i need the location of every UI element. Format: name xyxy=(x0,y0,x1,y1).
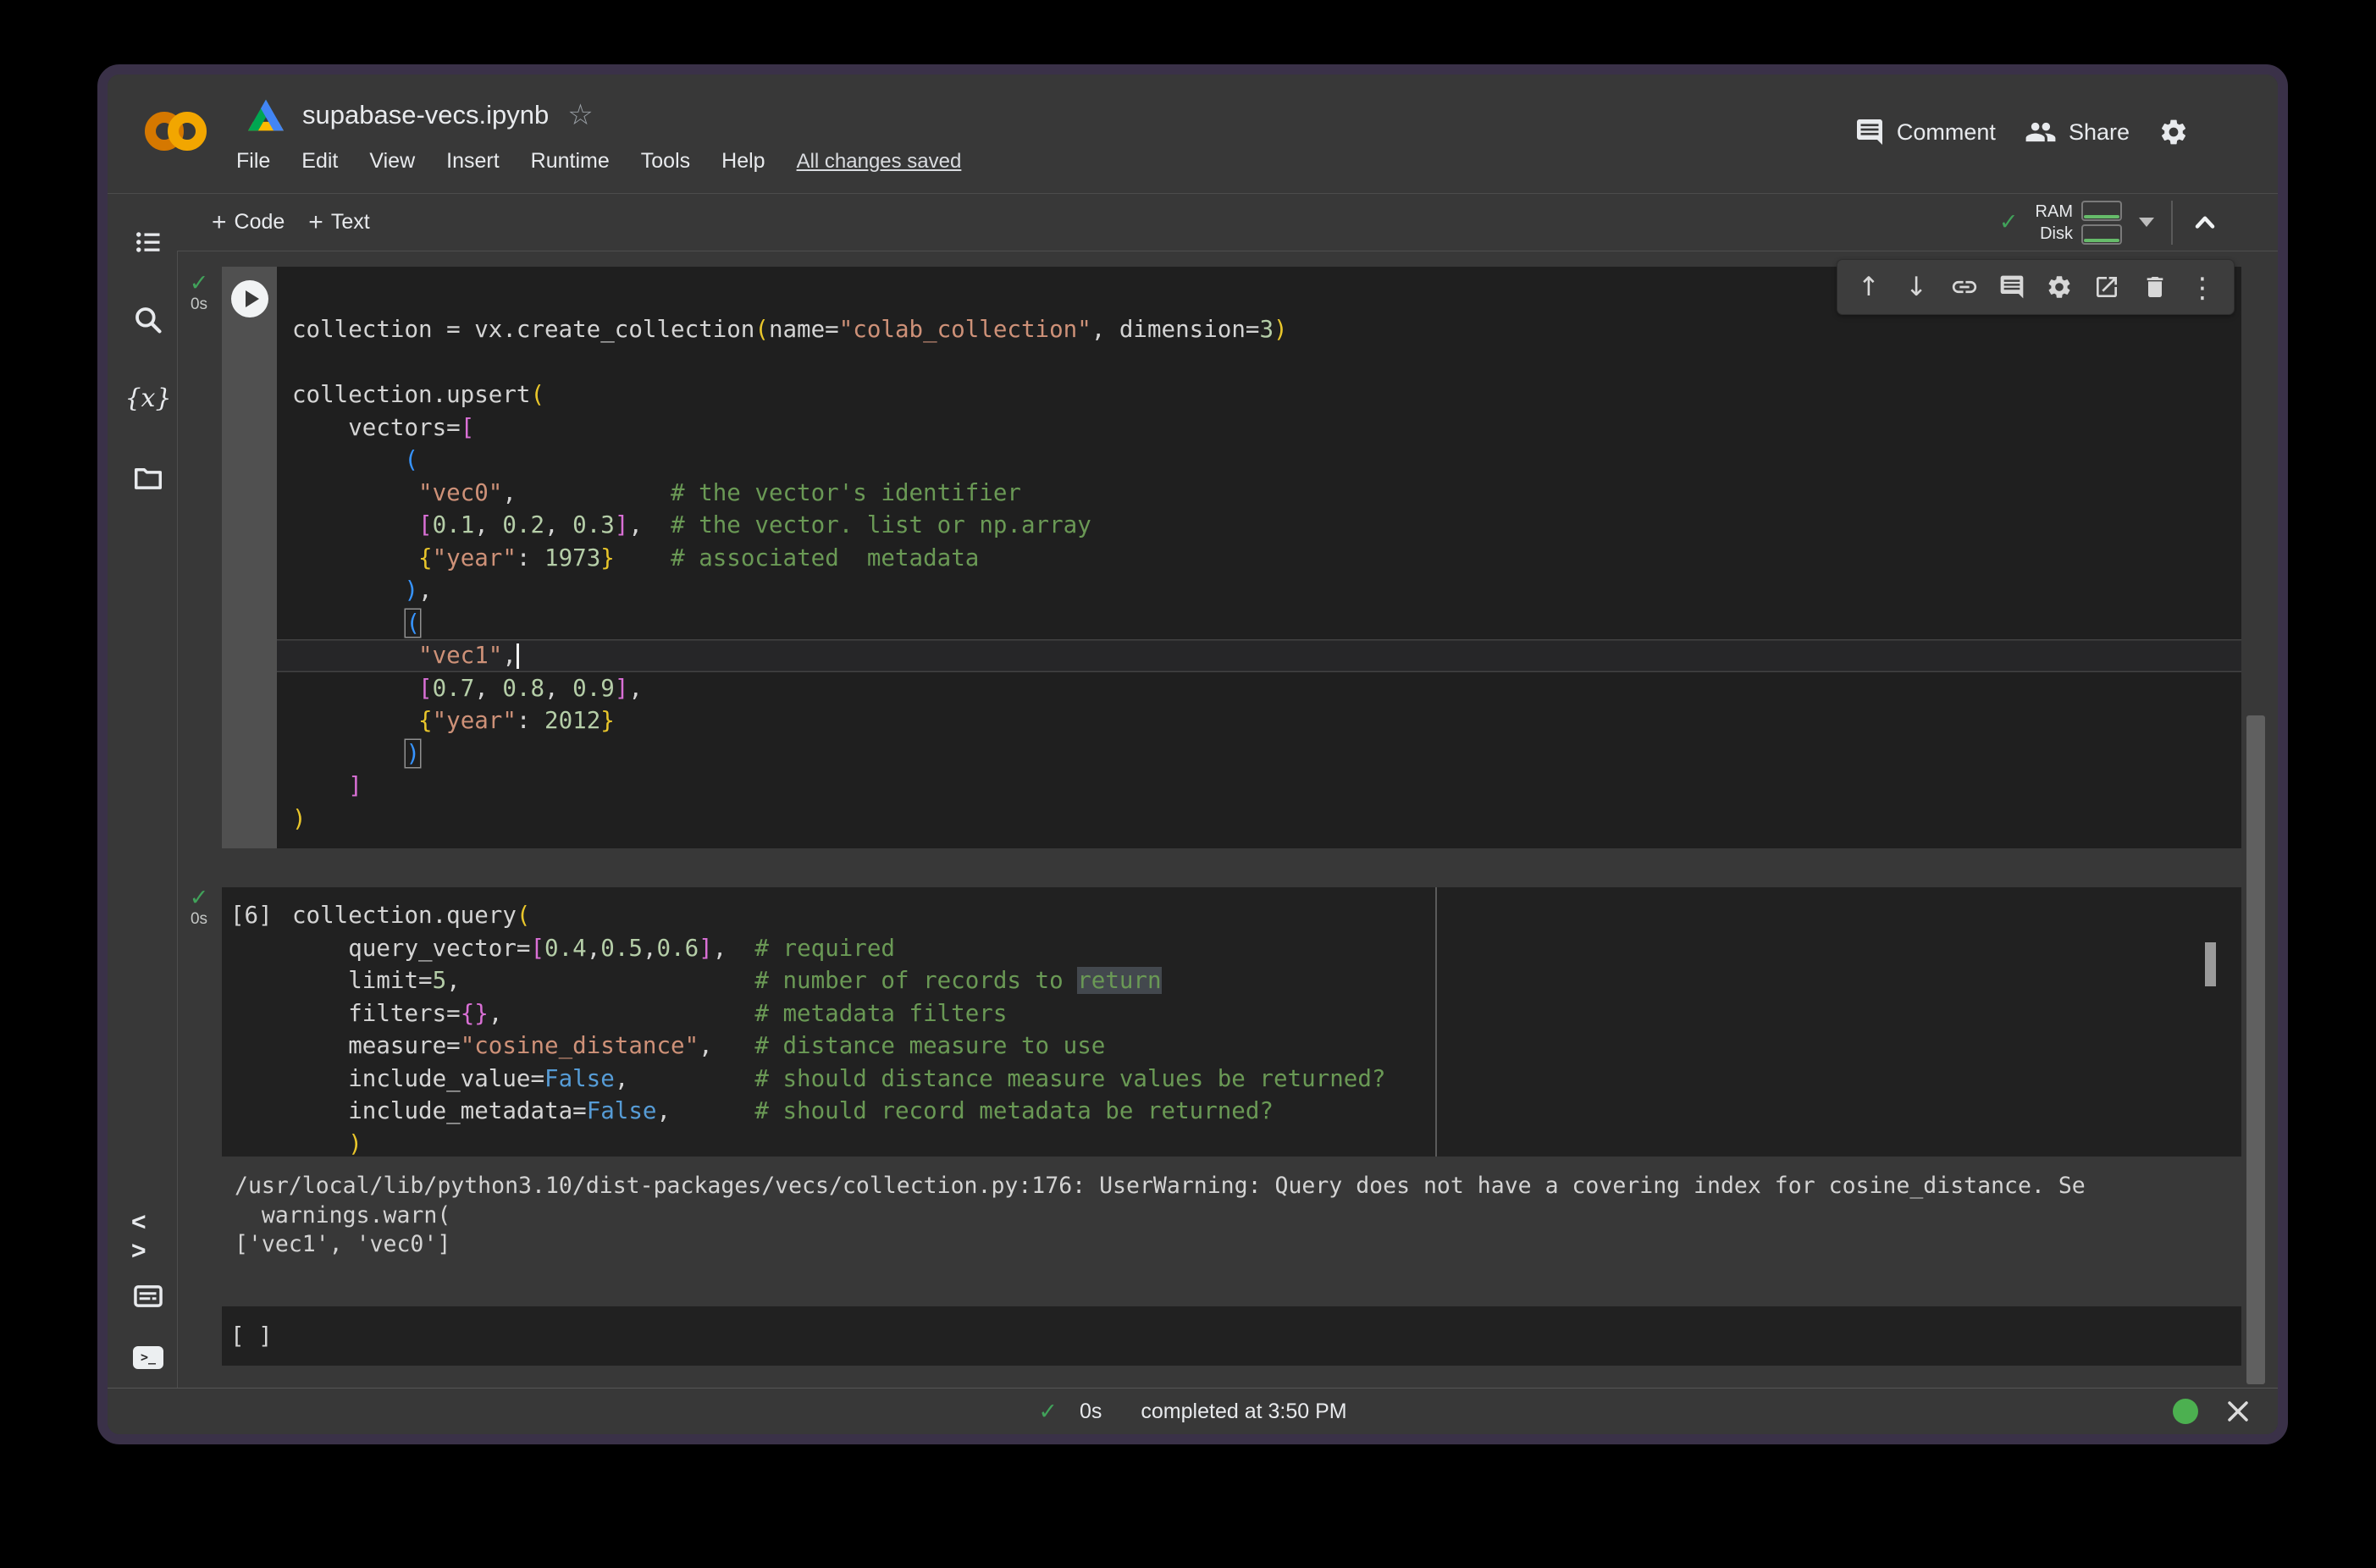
execution-status-bar: ✓ 0s completed at 3:50 PM xyxy=(108,1388,2278,1434)
cell-settings-gear-icon[interactable] xyxy=(2042,263,2077,311)
add-text-cell-button[interactable]: + Text xyxy=(308,210,369,235)
menu-tools[interactable]: Tools xyxy=(641,149,690,174)
cell-scrollbar-thumb[interactable] xyxy=(2205,942,2216,986)
menu-runtime[interactable]: Runtime xyxy=(531,149,610,174)
runtime-dropdown-icon[interactable] xyxy=(2139,218,2154,227)
toolbar-divider xyxy=(2171,201,2173,245)
header: supabase-vecs.ipynb ☆ File Edit View Ins… xyxy=(108,75,2278,194)
menubar: File Edit View Insert Runtime Tools Help… xyxy=(236,149,961,174)
disk-usage-bar xyxy=(2081,224,2122,245)
cell2-output: /usr/local/lib/python3.10/dist-packages/… xyxy=(235,1172,2227,1260)
output-warning-line: /usr/local/lib/python3.10/dist-packages/… xyxy=(235,1172,2227,1201)
cell2-execution-status: ✓ 0s xyxy=(182,886,216,930)
page-scrollbar-thumb[interactable] xyxy=(2246,715,2265,1384)
plus-icon: + xyxy=(212,212,227,233)
resources-gauge[interactable]: RAM Disk xyxy=(2036,201,2122,245)
menu-edit[interactable]: Edit xyxy=(301,149,338,174)
status-check-icon: ✓ xyxy=(1038,1399,1058,1425)
cell2-code-editor[interactable]: collection.query( query_vector=[0.4,0.5,… xyxy=(222,899,2241,1157)
comment-label: Comment xyxy=(1897,119,1996,146)
mirror-cell-in-tab-icon[interactable] xyxy=(2089,263,2125,311)
disk-label: Disk xyxy=(2040,224,2073,244)
close-status-bar-icon[interactable] xyxy=(2225,1399,2251,1424)
menu-view[interactable]: View xyxy=(369,149,415,174)
status-exec-time: 0s xyxy=(1080,1400,1102,1424)
output-result-line: ['vec1', 'vec0'] xyxy=(235,1230,2227,1260)
code-snippets-icon[interactable]: < > xyxy=(131,1220,165,1254)
star-icon[interactable]: ☆ xyxy=(567,101,593,130)
menu-help[interactable]: Help xyxy=(721,149,765,174)
terminal-icon[interactable]: >_ xyxy=(131,1340,165,1374)
cell-exec-time: 0s xyxy=(182,295,216,315)
comment-icon xyxy=(1854,117,1885,147)
add-code-label: Code xyxy=(235,210,285,235)
variables-icon[interactable]: {x} xyxy=(131,381,165,415)
search-icon[interactable] xyxy=(131,303,165,337)
colab-logo-ring-right xyxy=(168,112,207,151)
menu-insert[interactable]: Insert xyxy=(446,149,500,174)
copy-link-to-cell-icon[interactable] xyxy=(1947,263,1982,311)
status-message: completed at 3:50 PM xyxy=(1141,1400,1346,1424)
empty-cell-prompt: [ ] xyxy=(222,1320,273,1353)
add-comment-icon[interactable] xyxy=(1994,263,2030,311)
run-cell-button[interactable] xyxy=(231,280,268,317)
colab-window-inner: supabase-vecs.ipynb ☆ File Edit View Ins… xyxy=(108,75,2278,1434)
move-cell-down-icon[interactable]: ↓ xyxy=(1898,263,1934,311)
drive-icon xyxy=(248,99,284,131)
move-cell-up-icon[interactable]: ↑ xyxy=(1851,263,1887,311)
output-warning-line: warnings.warn( xyxy=(235,1201,2227,1231)
colab-window: supabase-vecs.ipynb ☆ File Edit View Ins… xyxy=(97,64,2288,1444)
cell-more-options-kebab-icon[interactable]: ⋮ xyxy=(2185,263,2220,311)
kernel-status-dot xyxy=(2173,1399,2198,1424)
share-label: Share xyxy=(2069,119,2130,146)
share-button[interactable]: Share xyxy=(2025,116,2130,148)
comment-button[interactable]: Comment xyxy=(1854,117,1996,147)
code-cell-1[interactable]: collection = vx.create_collection(name="… xyxy=(222,267,2241,848)
play-icon xyxy=(246,290,259,307)
collapse-sections-icon[interactable] xyxy=(2190,207,2220,238)
cell-run-gutter xyxy=(222,267,277,848)
people-icon xyxy=(2025,116,2057,148)
colab-logo[interactable] xyxy=(145,105,211,159)
settings-gear-icon[interactable] xyxy=(2158,117,2189,147)
ram-usage-bar xyxy=(2081,201,2122,221)
plus-icon: + xyxy=(308,212,323,233)
ram-label: RAM xyxy=(2036,202,2073,222)
editor-column-ruler xyxy=(1435,887,1437,1157)
add-code-cell-button[interactable]: + Code xyxy=(212,210,285,235)
delete-cell-trash-icon[interactable] xyxy=(2137,263,2173,311)
menu-file[interactable]: File xyxy=(236,149,270,174)
cell-toolbar: ↑ ↓ xyxy=(1837,259,2235,315)
files-folder-icon[interactable] xyxy=(131,461,165,495)
connected-check-icon: ✓ xyxy=(1999,209,2019,235)
cell-exec-time: 0s xyxy=(182,909,216,930)
empty-code-cell[interactable]: [ ] xyxy=(222,1306,2241,1366)
command-palette-icon[interactable] xyxy=(131,1279,165,1313)
sidebar-divider xyxy=(177,251,178,1389)
notebook-toolbar: + Code + Text ✓ RAM Disk xyxy=(108,194,2278,251)
table-of-contents-icon[interactable] xyxy=(131,225,165,259)
cell1-code-editor[interactable]: collection = vx.create_collection(name="… xyxy=(277,267,2241,835)
notebook-title[interactable]: supabase-vecs.ipynb xyxy=(302,100,549,130)
code-cell-2[interactable]: [6] collection.query( query_vector=[0.4,… xyxy=(222,887,2241,1157)
cell-success-check-icon: ✓ xyxy=(182,271,216,295)
cell1-execution-status: ✓ 0s xyxy=(182,271,216,315)
add-text-label: Text xyxy=(331,210,370,235)
cell-success-check-icon: ✓ xyxy=(182,886,216,909)
all-changes-saved-link[interactable]: All changes saved xyxy=(797,150,962,174)
